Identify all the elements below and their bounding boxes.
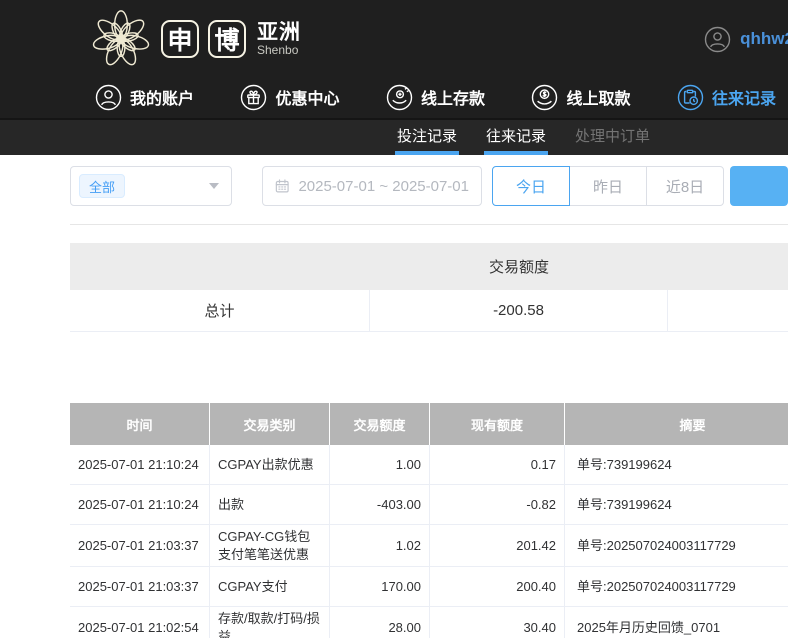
today-button[interactable]: 今日	[492, 166, 570, 206]
table-row: 2025-07-01 21:03:37 CGPAY-CG钱包支付笔笔送优惠 1.…	[70, 525, 788, 567]
quick-range-group: 今日 昨日 近8日	[492, 166, 724, 206]
calendar-icon	[275, 178, 289, 194]
nav-item-withdraw[interactable]: 线上取款	[531, 84, 630, 111]
table-row: 2025-07-01 21:10:24 CGPAY出款优惠 1.00 0.17 …	[70, 445, 788, 485]
deposit-icon	[386, 84, 413, 111]
nav-item-deposit[interactable]: 线上存款	[386, 84, 485, 111]
content-area: 全部 2025-07-01 ~ 2025-07-01 今日 昨日 近8日 交易额…	[0, 155, 788, 638]
nav-label: 线上存款	[421, 85, 485, 109]
cell-type: 存款/取款/打码/损益	[210, 607, 330, 638]
summary-header-amount: 交易额度	[370, 256, 668, 277]
cell-amount: 1.00	[330, 445, 430, 484]
nav-label: 我的账户	[130, 85, 194, 109]
table-row: 2025-07-01 21:10:24 出款 -403.00 -0.82 单号:…	[70, 485, 788, 525]
nav-label: 往来记录	[712, 85, 776, 109]
yesterday-button[interactable]: 昨日	[569, 166, 647, 206]
cell-amount: 170.00	[330, 567, 430, 606]
nav-item-promotions[interactable]: 优惠中心	[240, 84, 339, 111]
brand-char-box-2: 博	[208, 20, 246, 58]
cell-note: 单号:202507024003117729	[565, 567, 788, 606]
nav-item-my-account[interactable]: 我的账户	[95, 84, 194, 111]
summary-total-label: 总计	[70, 290, 370, 331]
summary-total-spacer	[668, 290, 788, 331]
brand-char-2: 博	[214, 21, 239, 57]
tab-label: 往来记录	[486, 125, 546, 146]
table-row: 2025-07-01 21:02:54 存款/取款/打码/损益 28.00 30…	[70, 607, 788, 638]
avatar-icon	[704, 26, 731, 53]
main-nav: 我的账户 优惠中心 线上存款 线上取款	[0, 78, 788, 118]
cell-time: 2025-07-01 21:10:24	[70, 445, 210, 484]
brand-char-box-1: 申	[161, 20, 199, 58]
column-header-time: 时间	[70, 403, 210, 445]
tab-processing-orders[interactable]: 处理中订单	[573, 120, 652, 155]
date-range-value: 2025-07-01 ~ 2025-07-01	[298, 178, 469, 195]
cell-type: CGPAY出款优惠	[210, 445, 330, 484]
cell-balance: 200.40	[430, 567, 565, 606]
cell-time: 2025-07-01 21:03:37	[70, 525, 210, 566]
cell-type: CGPAY-CG钱包支付笔笔送优惠	[210, 525, 330, 566]
brand-english: Shenbo	[257, 44, 301, 57]
cell-balance: -0.82	[430, 485, 565, 524]
summary-total-row: 总计 -200.58	[70, 290, 788, 332]
cell-balance: 0.17	[430, 445, 565, 484]
cell-type: CGPAY支付	[210, 567, 330, 606]
category-selected-chip: 全部	[79, 174, 125, 198]
lotus-flower-icon	[90, 8, 152, 70]
records-tabbar: 投注记录 往来记录 处理中订单	[0, 118, 788, 155]
summary-table: 交易额度 总计 -200.58	[70, 243, 788, 332]
search-button[interactable]	[730, 166, 788, 206]
column-header-type: 交易类别	[210, 403, 330, 445]
cell-time: 2025-07-01 21:10:24	[70, 485, 210, 524]
cell-amount: 28.00	[330, 607, 430, 638]
date-range-input[interactable]: 2025-07-01 ~ 2025-07-01	[262, 166, 482, 206]
cell-note: 2025年月历史回馈_0701	[565, 607, 788, 638]
gift-icon	[240, 84, 267, 111]
chevron-down-icon	[209, 183, 219, 189]
table-row: 2025-07-01 21:03:37 CGPAY支付 170.00 200.4…	[70, 567, 788, 607]
records-icon	[677, 84, 704, 111]
column-header-amount: 交易额度	[330, 403, 430, 445]
tab-label: 投注记录	[397, 125, 457, 146]
table-header-row: 时间 交易类别 交易额度 现有额度 摘要	[70, 403, 788, 445]
nav-item-records[interactable]: 往来记录	[677, 84, 776, 111]
cell-balance: 201.42	[430, 525, 565, 566]
cell-note: 单号:739199624	[565, 445, 788, 484]
cell-type: 出款	[210, 485, 330, 524]
summary-header-row: 交易额度	[70, 243, 788, 290]
brand-logo: 申 博 亚洲 Shenbo	[90, 8, 301, 70]
cell-amount: -403.00	[330, 485, 430, 524]
top-header: 申 博 亚洲 Shenbo qhhw2	[0, 0, 788, 78]
cell-note: 单号:739199624	[565, 485, 788, 524]
tab-label: 处理中订单	[575, 125, 650, 146]
column-header-balance: 现有额度	[430, 403, 565, 445]
summary-total-value: -200.58	[370, 290, 668, 331]
cell-note: 单号:202507024003117729	[565, 525, 788, 566]
cell-amount: 1.02	[330, 525, 430, 566]
last-8-days-button[interactable]: 近8日	[646, 166, 724, 206]
cell-time: 2025-07-01 21:02:54	[70, 607, 210, 638]
transactions-table: 时间 交易类别 交易额度 现有额度 摘要 2025-07-01 21:10:24…	[70, 403, 788, 638]
user-account[interactable]: qhhw2	[704, 26, 788, 53]
username[interactable]: qhhw2	[740, 29, 788, 49]
category-select[interactable]: 全部	[70, 166, 232, 206]
tab-betting-records[interactable]: 投注记录	[395, 120, 459, 155]
brand-char-1: 申	[167, 21, 192, 57]
nav-label: 优惠中心	[275, 85, 339, 109]
user-icon	[95, 84, 122, 111]
cell-balance: 30.40	[430, 607, 565, 638]
column-header-note: 摘要	[565, 403, 788, 445]
cell-time: 2025-07-01 21:03:37	[70, 567, 210, 606]
brand-region: 亚洲	[257, 22, 301, 44]
withdraw-icon	[531, 84, 558, 111]
nav-label: 线上取款	[566, 85, 630, 109]
filter-bar: 全部 2025-07-01 ~ 2025-07-01 今日 昨日 近8日	[70, 166, 788, 206]
section-divider	[70, 224, 788, 225]
tab-transaction-records[interactable]: 往来记录	[484, 120, 548, 155]
